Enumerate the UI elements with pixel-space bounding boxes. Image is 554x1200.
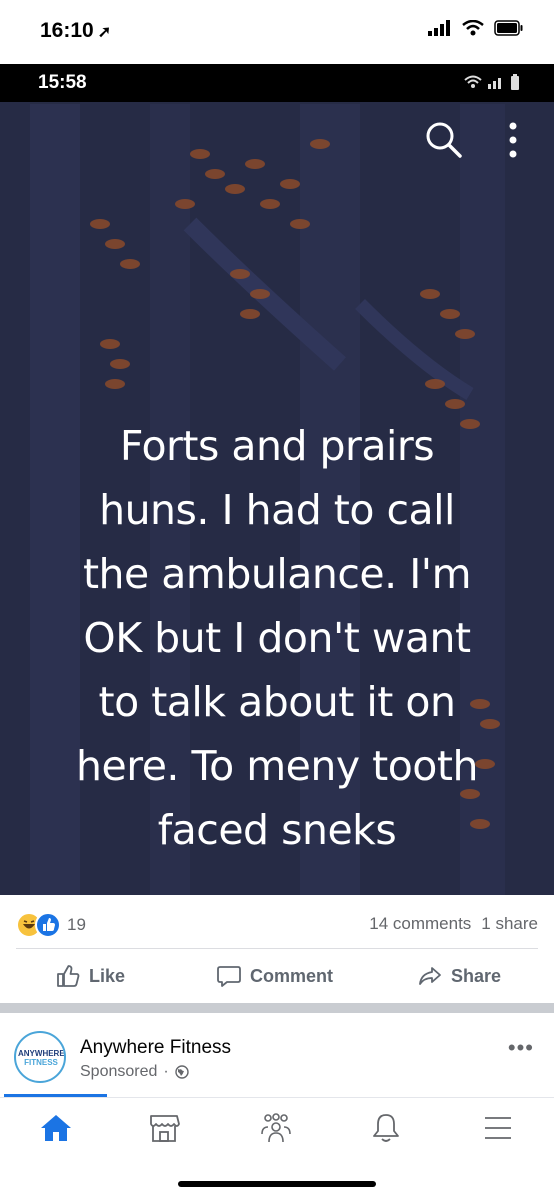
comments-count-link[interactable]: 14 comments bbox=[369, 914, 471, 933]
sponsored-text: Sponsored bbox=[80, 1063, 158, 1080]
photo-signal-icon bbox=[488, 78, 501, 89]
wifi-icon bbox=[462, 20, 484, 36]
share-label: Share bbox=[451, 965, 502, 986]
tab-marketplace[interactable] bbox=[146, 1110, 182, 1146]
tab-menu[interactable] bbox=[480, 1110, 516, 1146]
post-photo[interactable]: 15:58 Forts and prairs huns. I had to ca… bbox=[0, 64, 554, 895]
device-status-bar: 16:10 ➚ bbox=[0, 0, 554, 62]
caption-line: OK but I don't want bbox=[83, 614, 471, 662]
caption-line: the ambulance. I'm bbox=[82, 550, 472, 598]
sponsored-post-header: ANYWHERE FITNESS Anywhere Fitness Sponso… bbox=[0, 1013, 554, 1095]
caption-line: to talk about it on bbox=[98, 678, 456, 726]
bottom-tab-bar bbox=[0, 1097, 554, 1158]
caption-line: here. To meny tooth bbox=[76, 742, 478, 790]
tab-notifications[interactable] bbox=[368, 1110, 404, 1146]
caption-line: faced sneks bbox=[157, 806, 397, 854]
device-time: 16:10 bbox=[40, 19, 94, 42]
groups-icon bbox=[261, 1113, 291, 1143]
like-icon bbox=[35, 912, 61, 938]
comment-label: Comment bbox=[250, 965, 334, 986]
share-button[interactable]: Share bbox=[417, 950, 501, 1002]
shares-count-link[interactable]: 1 share bbox=[481, 914, 538, 933]
globe-icon bbox=[175, 1065, 189, 1079]
photo-status-time: 15:58 bbox=[38, 72, 87, 93]
notifications-icon bbox=[373, 1114, 399, 1142]
tab-groups[interactable] bbox=[258, 1110, 294, 1146]
comment-button[interactable]: Comment bbox=[216, 950, 333, 1002]
device-status-icons bbox=[428, 20, 524, 36]
cellular-signal-icon bbox=[428, 20, 450, 36]
photo-wifi-icon bbox=[464, 75, 482, 88]
advertiser-logo[interactable]: ANYWHERE FITNESS bbox=[14, 1031, 66, 1083]
battery-icon bbox=[494, 20, 523, 36]
like-button[interactable]: Like bbox=[55, 950, 125, 1002]
feed-separator bbox=[0, 1003, 554, 1013]
home-icon bbox=[41, 1115, 71, 1141]
location-arrow-icon: ➚ bbox=[97, 24, 112, 41]
photo-status-icons bbox=[464, 74, 520, 90]
like-label: Like bbox=[89, 965, 126, 986]
reaction-count-button[interactable]: 19 bbox=[16, 912, 86, 938]
sponsored-label: Sponsored · bbox=[80, 1063, 189, 1081]
logo-text-line: FITNESS bbox=[24, 1058, 58, 1067]
engagement-counts: 14 comments 1 share bbox=[359, 914, 538, 934]
home-indicator[interactable] bbox=[178, 1181, 376, 1187]
share-arrow-icon bbox=[419, 967, 441, 985]
thumbs-up-icon bbox=[57, 965, 80, 987]
logo-wordmark: ANYWHERE FITNESS bbox=[18, 1049, 64, 1067]
more-vertical-icon[interactable] bbox=[505, 120, 521, 160]
advertiser-name[interactable]: Anywhere Fitness bbox=[80, 1037, 231, 1059]
dot-separator: · bbox=[163, 1063, 169, 1080]
actions-divider bbox=[16, 948, 538, 949]
reactions-summary: 19 14 comments 1 share bbox=[0, 900, 554, 948]
caption-line: Forts and prairs bbox=[119, 422, 435, 470]
more-options-button[interactable]: ••• bbox=[508, 1035, 534, 1061]
logo-text-line: ANYWHERE bbox=[18, 1049, 65, 1058]
search-icon[interactable] bbox=[422, 118, 466, 162]
comment-icon bbox=[217, 966, 241, 987]
marketplace-icon bbox=[150, 1115, 180, 1142]
menu-icon bbox=[485, 1117, 511, 1139]
photo-battery-icon bbox=[511, 74, 519, 90]
tab-home[interactable] bbox=[38, 1110, 74, 1146]
photo-status-bar: 15:58 bbox=[0, 64, 554, 102]
device-clock: 16:10 ➚ bbox=[40, 19, 111, 43]
caption-line: huns. I had to call bbox=[99, 486, 455, 534]
reaction-count: 19 bbox=[67, 915, 86, 934]
photo-caption-text: Forts and prairs huns. I had to call the… bbox=[40, 414, 514, 862]
post-actions: Like Comment Share bbox=[0, 950, 554, 1002]
